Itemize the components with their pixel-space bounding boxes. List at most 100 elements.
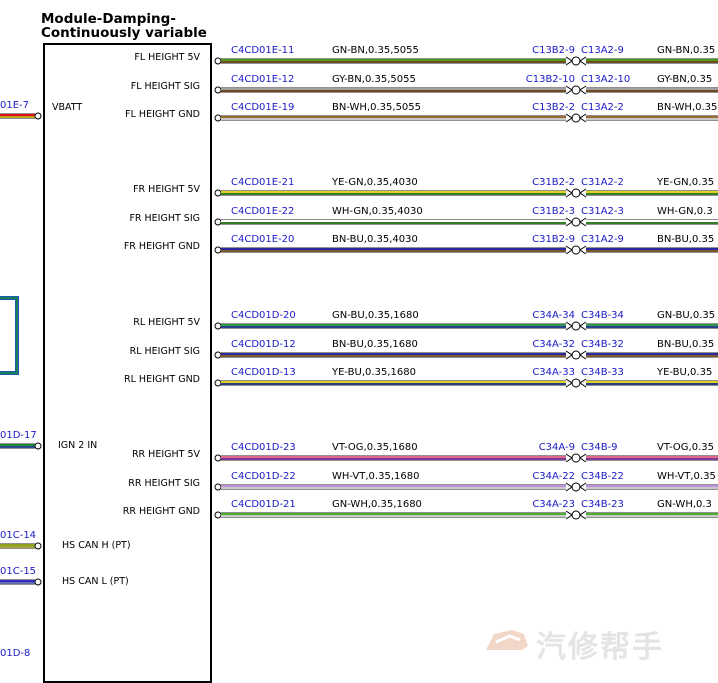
wire-spec-rr-2: GN-WH,0.35,1680: [332, 499, 422, 510]
inline-left-chevron-fl-1: [565, 85, 573, 95]
inline-connector-fl-2: [571, 113, 581, 123]
connector-label-left-3: 01C-15: [0, 566, 37, 577]
out-wire-spec-fl-1: GY-BN,0.35: [657, 74, 713, 85]
inline-right-label-fl-1: C13A2-10: [581, 74, 631, 85]
connector-label-fr-2: C4CD01E-20: [231, 234, 295, 245]
inline-left-label-rr-2: C34A-23: [532, 499, 575, 510]
inline-left-chevron-fr-1: [565, 217, 573, 227]
connector-label-left-1: 01D-17: [0, 430, 37, 441]
inline-right-label-rr-1: C34B-22: [581, 471, 624, 482]
inline-right-chevron-rl-2: [579, 378, 587, 388]
watermark-text: 汽修帮手: [536, 630, 664, 665]
pin-label-rl-0: RL HEIGHT 5V: [133, 317, 200, 328]
connector-label-fl-2: C4CD01E-19: [231, 102, 295, 113]
out-wire-spec-rr-0: VT-OG,0.35: [657, 442, 714, 453]
pin-label-fr-1: FR HEIGHT SIG: [129, 213, 200, 224]
inline-connector-fl-1: [571, 85, 581, 95]
inline-left-chevron-fl-2: [565, 113, 573, 123]
inline-right-chevron-fr-2: [579, 245, 587, 255]
inline-left-label-fr-1: C31B2-3: [532, 206, 575, 217]
inline-right-label-fl-0: C13A2-9: [581, 45, 624, 56]
wire-spec-rl-2: YE-BU,0.35,1680: [332, 367, 416, 378]
inline-right-label-rr-0: C34B-9: [581, 442, 618, 453]
pin-label-rl-2: RL HEIGHT GND: [124, 374, 200, 385]
inline-left-chevron-fr-0: [565, 188, 573, 198]
connector-label-fl-1: C4CD01E-12: [231, 74, 295, 85]
pin-label-left-2: HS CAN H (PT): [62, 540, 131, 551]
wire-spec-fr-2: BN-BU,0.35,4030: [332, 234, 418, 245]
inline-left-label-fr-0: C31B2-2: [532, 177, 575, 188]
pin-terminal-fr-0: [214, 189, 222, 197]
inline-right-label-rl-1: C34B-32: [581, 339, 624, 350]
inline-left-chevron-rl-1: [565, 350, 573, 360]
inline-connector-rl-1: [571, 350, 581, 360]
inline-right-label-fr-0: C31A2-2: [581, 177, 624, 188]
wiring-diagram: [0, 56, 718, 586]
pin-label-left-0: VBATT: [52, 102, 83, 113]
inline-left-chevron-rl-2: [565, 378, 573, 388]
out-wire-spec-rl-2: YE-BU,0.35: [657, 367, 713, 378]
pin-label-fr-2: FR HEIGHT GND: [123, 241, 200, 252]
inline-right-chevron-rr-0: [579, 453, 587, 463]
pin-terminal-left-3: [34, 578, 42, 586]
inline-right-chevron-fl-1: [579, 85, 587, 95]
out-wire-spec-fr-2: BN-BU,0.35: [657, 234, 715, 245]
wire-spec-fl-1: GY-BN,0.35,5055: [332, 74, 416, 85]
inline-right-chevron-fl-2: [579, 113, 587, 123]
pin-label-rr-1: RR HEIGHT SIG: [128, 478, 200, 489]
inline-left-label-rr-1: C34A-22: [532, 471, 575, 482]
inline-left-chevron-fl-0: [565, 56, 573, 66]
wire-spec-rl-1: BN-BU,0.35,1680: [332, 339, 418, 350]
wire-spec-fl-0: GN-BN,0.35,5055: [332, 45, 419, 56]
connector-label-fl-0: C4CD01E-11: [231, 45, 295, 56]
inline-left-chevron-rr-1: [565, 482, 573, 492]
inline-right-label-fl-2: C13A2-2: [581, 102, 624, 113]
out-wire-spec-rl-0: GN-BU,0.35: [657, 310, 716, 321]
inline-right-label-rr-2: C34B-23: [581, 499, 624, 510]
wire-spec-rl-0: GN-BU,0.35,1680: [332, 310, 419, 321]
connector-label-fr-0: C4CD01E-21: [231, 177, 295, 188]
inline-right-chevron-fr-0: [579, 188, 587, 198]
out-wire-spec-fr-1: WH-GN,0.3: [657, 206, 713, 217]
inline-connector-fl-0: [571, 56, 581, 66]
inline-left-chevron-fr-2: [565, 245, 573, 255]
inline-right-chevron-rr-2: [579, 510, 587, 520]
pin-terminal-fr-2: [214, 246, 222, 254]
inline-left-chevron-rr-2: [565, 510, 573, 520]
inline-connector-rl-0: [571, 321, 581, 331]
inline-right-chevron-fl-0: [579, 56, 587, 66]
inline-left-chevron-rl-0: [565, 321, 573, 331]
out-wire-spec-rr-2: GN-WH,0.3: [657, 499, 712, 510]
left-component-frame-outer: [0, 296, 19, 375]
inline-connector-fr-0: [571, 188, 581, 198]
inline-left-label-rr-0: C34A-9: [538, 442, 575, 453]
pin-terminal-rr-0: [214, 454, 222, 462]
inline-left-label-rl-0: C34A-34: [532, 310, 575, 321]
pin-label-left-1: IGN 2 IN: [58, 440, 98, 451]
pin-terminal-fr-1: [214, 218, 222, 226]
inline-right-label-fr-2: C31A2-9: [581, 234, 624, 245]
connector-label-left-4: 01D-8: [0, 648, 31, 659]
inline-right-label-rl-0: C34B-34: [581, 310, 624, 321]
out-wire-spec-fl-2: BN-WH,0.35: [657, 102, 718, 113]
out-wire-spec-rl-1: BN-BU,0.35: [657, 339, 715, 350]
inline-right-chevron-fr-1: [579, 217, 587, 227]
inline-left-label-fr-2: C31B2-9: [532, 234, 575, 245]
inline-right-chevron-rr-1: [579, 482, 587, 492]
pin-terminal-rl-1: [214, 351, 222, 359]
connector-label-rl-0: C4CD01D-20: [231, 310, 296, 321]
pin-terminal-rl-2: [214, 379, 222, 387]
left-component-frame-inner: [0, 297, 18, 374]
out-wire-spec-rr-1: WH-VT,0.35: [657, 471, 716, 482]
inline-connector-rl-2: [571, 378, 581, 388]
out-wire-spec-fr-0: YE-GN,0.35: [657, 177, 715, 188]
inline-left-label-fl-1: C13B2-10: [525, 74, 575, 85]
pin-terminal-left-2: [34, 542, 42, 550]
inline-right-label-fr-1: C31A2-3: [581, 206, 624, 217]
inline-right-chevron-rl-1: [579, 350, 587, 360]
pin-label-left-3: HS CAN L (PT): [62, 576, 129, 587]
pin-terminal-rr-1: [214, 483, 222, 491]
inline-right-chevron-rl-0: [579, 321, 587, 331]
pin-terminal-fl-2: [214, 114, 222, 122]
connector-label-left-2: 01C-14: [0, 530, 37, 541]
